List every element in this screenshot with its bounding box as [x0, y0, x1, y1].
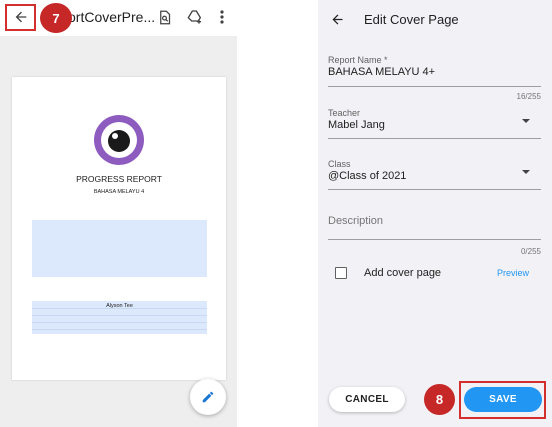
add-cover-page-label: Add cover page — [364, 267, 442, 279]
back-arrow-icon — [332, 14, 342, 24]
add-to-drive-button[interactable] — [185, 7, 205, 27]
description-underline — [328, 239, 541, 240]
search-in-document-icon — [159, 10, 170, 24]
document-preview-screen: ortCoverPre... PROGRESS REPORT BAHASA ME… — [0, 0, 237, 427]
description-field[interactable]: Description — [328, 214, 541, 242]
class-label: Class — [328, 159, 351, 169]
student-name: Alyson Tee — [106, 303, 133, 309]
report-name-field[interactable]: Report Name * BAHASA MELAYU 4+ — [328, 55, 541, 89]
page-title: Edit Cover Page — [364, 12, 459, 27]
edit-button[interactable] — [190, 379, 226, 415]
document-subheading: BAHASA MELAYU 4 — [93, 189, 145, 195]
description-counter: 0/255 — [520, 247, 541, 256]
step-badge-7: 7 — [40, 3, 72, 33]
student-block: Alyson Tee — [32, 301, 207, 334]
more-vert-icon — [220, 10, 224, 24]
teacher-value: Mabel Jang — [328, 119, 385, 131]
teacher-underline — [328, 138, 541, 139]
save-button-highlight — [459, 381, 546, 419]
dropdown-arrow-icon — [522, 170, 530, 174]
report-name-counter: 16/255 — [516, 92, 541, 101]
cancel-button[interactable]: CANCEL — [329, 387, 405, 412]
class-dropdown[interactable]: Class @Class of 2021 — [328, 159, 541, 191]
document-page: PROGRESS REPORT BAHASA MELAYU 4 Alyson T… — [12, 77, 226, 380]
step-badge-8: 8 — [424, 384, 455, 415]
find-in-document-button[interactable] — [154, 7, 174, 27]
description-placeholder: Description — [328, 215, 384, 227]
back-button[interactable] — [327, 9, 347, 29]
add-to-drive-icon — [187, 10, 202, 24]
edit-pencil-icon — [202, 391, 214, 403]
info-block — [32, 220, 207, 277]
add-cover-page-checkbox[interactable] — [335, 267, 347, 279]
report-name-value: BAHASA MELAYU 4+ — [328, 66, 436, 78]
back-button-highlight — [5, 4, 36, 31]
eye-logo-icon — [94, 115, 144, 165]
preview-link[interactable]: Preview — [497, 268, 529, 278]
edit-cover-page-screen: Edit Cover Page Report Name * BAHASA MEL… — [318, 0, 552, 427]
dropdown-arrow-icon — [522, 119, 530, 123]
document-title: ortCoverPre... — [68, 9, 156, 25]
report-name-underline — [328, 86, 541, 87]
more-options-button[interactable] — [214, 7, 230, 27]
document-heading: PROGRESS REPORT — [76, 174, 162, 184]
teacher-dropdown[interactable]: Teacher Mabel Jang — [328, 108, 541, 140]
teacher-label: Teacher — [328, 108, 361, 118]
report-name-label: Report Name * — [328, 55, 388, 65]
class-underline — [328, 189, 541, 190]
class-value: @Class of 2021 — [328, 170, 407, 182]
